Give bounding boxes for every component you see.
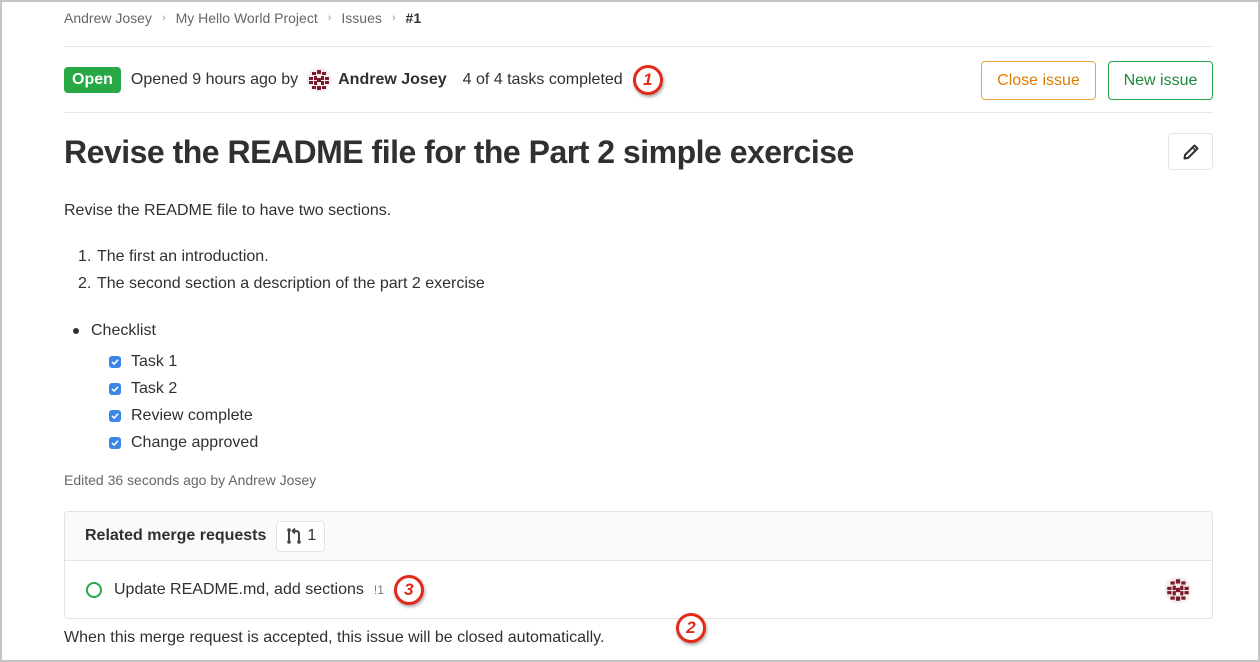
edited-info: Edited 36 seconds ago by Andrew Josey bbox=[64, 472, 317, 488]
avatar[interactable] bbox=[1164, 576, 1192, 604]
mr-count: 1 bbox=[307, 527, 317, 544]
task-checkbox[interactable] bbox=[109, 409, 121, 422]
list-item: Checklist bbox=[64, 321, 258, 341]
list-number: 2. bbox=[78, 275, 92, 292]
annotation-marker-3: 3 bbox=[393, 574, 424, 605]
close-issue-button[interactable]: Close issue bbox=[981, 61, 1096, 100]
divider bbox=[64, 112, 1213, 113]
task-label: Review complete bbox=[131, 406, 253, 424]
check-icon bbox=[111, 358, 119, 365]
task-checkbox[interactable] bbox=[109, 382, 121, 395]
mr-reference: !1 bbox=[373, 582, 384, 597]
bullet-icon bbox=[73, 328, 79, 334]
check-icon bbox=[111, 439, 119, 446]
task-item: Review complete bbox=[109, 402, 258, 429]
ordered-list: 1. The first an introduction. 2. The sec… bbox=[78, 248, 485, 302]
mr-count-badge: 1 bbox=[276, 520, 326, 552]
task-list: Task 1 Task 2 Review complete Change app… bbox=[109, 348, 258, 456]
task-item: Task 2 bbox=[109, 375, 258, 402]
status-badge: Open bbox=[64, 67, 121, 93]
issue-meta: Open Opened 9 hours ago by Andrew Josey … bbox=[64, 65, 663, 95]
author-link[interactable]: Andrew Josey bbox=[338, 71, 446, 89]
list-number: 1. bbox=[78, 248, 92, 265]
chevron-right-icon: › bbox=[161, 12, 166, 24]
issue-title: Revise the README file for the Part 2 si… bbox=[64, 134, 854, 170]
related-merge-requests: Related merge requests 1 Update README.m… bbox=[64, 511, 1213, 619]
list-item: 1. The first an introduction. bbox=[78, 248, 485, 275]
task-label: Task 1 bbox=[131, 352, 178, 370]
edit-title-button[interactable] bbox=[1168, 133, 1213, 170]
breadcrumb-user[interactable]: Andrew Josey bbox=[64, 10, 152, 26]
checklist-section: Checklist Task 1 Task 2 Review complete … bbox=[64, 321, 258, 456]
annotation-marker-2: 2 bbox=[676, 613, 706, 643]
task-label: Task 2 bbox=[131, 379, 178, 397]
breadcrumb-issues[interactable]: Issues bbox=[341, 10, 381, 26]
opened-text: Opened 9 hours ago by bbox=[130, 71, 299, 88]
task-item: Task 1 bbox=[109, 348, 258, 375]
merge-request-icon bbox=[287, 527, 302, 544]
chevron-right-icon: › bbox=[327, 12, 332, 24]
pencil-icon bbox=[1183, 144, 1198, 159]
divider bbox=[64, 46, 1213, 47]
mr-open-status-icon bbox=[86, 581, 102, 598]
task-checkbox[interactable] bbox=[109, 355, 121, 368]
related-mr-title: Related merge requests bbox=[85, 527, 267, 544]
related-mr-header: Related merge requests 1 bbox=[65, 512, 1212, 561]
check-icon bbox=[111, 385, 119, 392]
mr-title-link[interactable]: Update README.md, add sections bbox=[114, 581, 364, 599]
task-item: Change approved bbox=[109, 429, 258, 456]
avatar[interactable] bbox=[306, 67, 332, 93]
new-issue-button[interactable]: New issue bbox=[1108, 61, 1213, 100]
annotation-marker-1: 1 bbox=[632, 65, 663, 95]
checklist-heading: Checklist bbox=[91, 322, 156, 339]
chevron-right-icon: › bbox=[391, 12, 396, 24]
breadcrumb: Andrew Josey › My Hello World Project › … bbox=[64, 10, 421, 26]
list-item: 2. The second section a description of t… bbox=[78, 275, 485, 302]
list-text: The second section a description of the … bbox=[97, 275, 485, 292]
breadcrumb-project[interactable]: My Hello World Project bbox=[176, 10, 318, 26]
auto-close-note: When this merge request is accepted, thi… bbox=[64, 629, 605, 646]
breadcrumb-issue-number[interactable]: #1 bbox=[406, 10, 422, 26]
task-label: Change approved bbox=[131, 433, 259, 451]
merge-request-item[interactable]: Update README.md, add sections !1 3 bbox=[65, 561, 1212, 618]
task-checkbox[interactable] bbox=[109, 436, 121, 449]
list-text: The first an introduction. bbox=[97, 248, 269, 265]
check-icon bbox=[111, 412, 119, 419]
issue-description: Revise the README file to have two secti… bbox=[64, 202, 392, 219]
tasks-status: 4 of 4 tasks completed bbox=[462, 71, 623, 88]
